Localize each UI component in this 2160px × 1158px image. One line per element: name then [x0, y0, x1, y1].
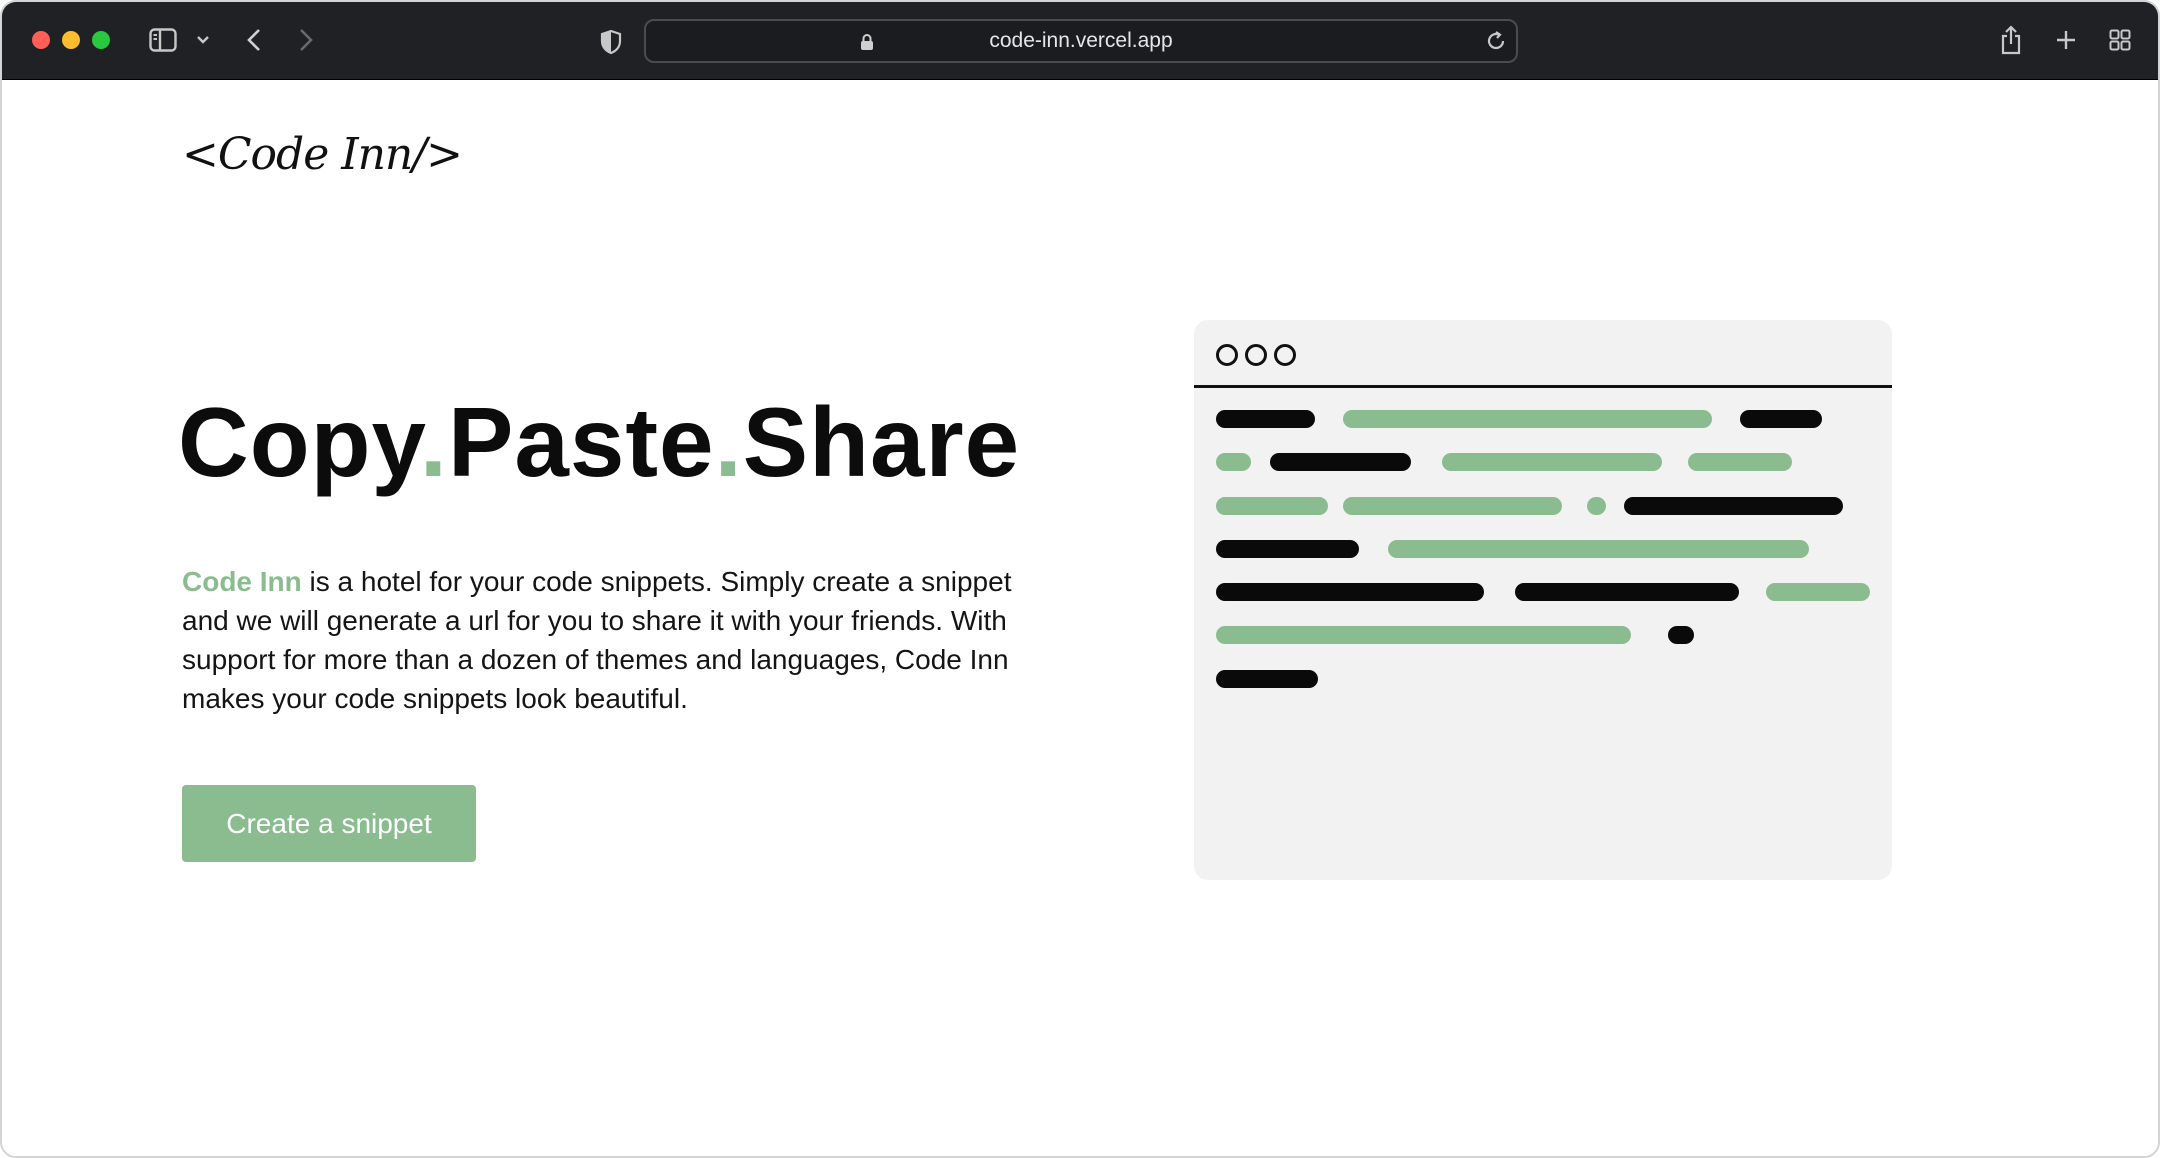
- chevron-down-icon[interactable]: [194, 32, 212, 48]
- brand-name: Code Inn: [182, 566, 302, 597]
- headline-dot: .: [419, 387, 448, 497]
- code-line: [1216, 540, 1359, 558]
- url-text: code-inn.vercel.app: [989, 29, 1173, 52]
- code-line: [1216, 497, 1328, 515]
- hero-description: Code Inn is a hotel for your code snippe…: [182, 562, 1042, 718]
- code-line: [1270, 453, 1411, 471]
- code-line: [1216, 583, 1484, 601]
- illustration-circle-icon: [1216, 344, 1238, 366]
- minimize-window-button[interactable]: [62, 31, 80, 49]
- code-line: [1343, 497, 1562, 515]
- headline-word-copy: Copy: [178, 387, 420, 497]
- code-line: [1216, 626, 1631, 644]
- headline-word-share: Share: [742, 387, 1021, 497]
- zoom-window-button[interactable]: [92, 31, 110, 49]
- code-line: [1216, 453, 1251, 471]
- browser-toolbar: code-inn.vercel.app: [2, 2, 2158, 80]
- illustration-circle-icon: [1245, 344, 1267, 366]
- share-icon[interactable]: [1998, 24, 2024, 56]
- plus-icon[interactable]: [2054, 28, 2078, 52]
- sidebar-icon[interactable]: [148, 26, 178, 54]
- code-line: [1216, 670, 1318, 688]
- code-line: [1343, 410, 1712, 428]
- back-icon[interactable]: [242, 26, 266, 54]
- code-line: [1587, 497, 1606, 515]
- code-line: [1668, 626, 1694, 644]
- address-bar[interactable]: code-inn.vercel.app: [644, 19, 1518, 63]
- code-line: [1388, 540, 1809, 558]
- headline-dot: .: [714, 387, 743, 497]
- forward-icon[interactable]: [294, 26, 318, 54]
- site-logo[interactable]: <Code Inn/>: [182, 129, 463, 180]
- hero-headline: Copy.Paste.Share: [178, 386, 1020, 499]
- description-text: is a hotel for your code snippets. Simpl…: [182, 566, 1012, 714]
- reload-icon[interactable]: [1484, 29, 1508, 58]
- code-window-illustration: [1194, 320, 1892, 880]
- code-line: [1766, 583, 1870, 601]
- shield-icon[interactable]: [598, 28, 624, 56]
- code-line: [1442, 453, 1662, 471]
- code-line: [1515, 583, 1739, 601]
- browser-window: code-inn.vercel.app <Code Inn/> Copy.Pas…: [0, 0, 2160, 1158]
- create-snippet-button[interactable]: Create a snippet: [182, 785, 476, 862]
- code-line: [1740, 410, 1822, 428]
- code-line: [1624, 497, 1843, 515]
- illustration-title-bar: [1194, 320, 1892, 388]
- code-line: [1688, 453, 1792, 471]
- close-window-button[interactable]: [32, 31, 50, 49]
- page-content: <Code Inn/> Copy.Paste.Share Code Inn is…: [2, 80, 2158, 1156]
- headline-word-paste: Paste: [447, 387, 715, 497]
- code-line: [1216, 410, 1315, 428]
- tabs-grid-icon[interactable]: [2108, 28, 2132, 52]
- illustration-circle-icon: [1274, 344, 1296, 366]
